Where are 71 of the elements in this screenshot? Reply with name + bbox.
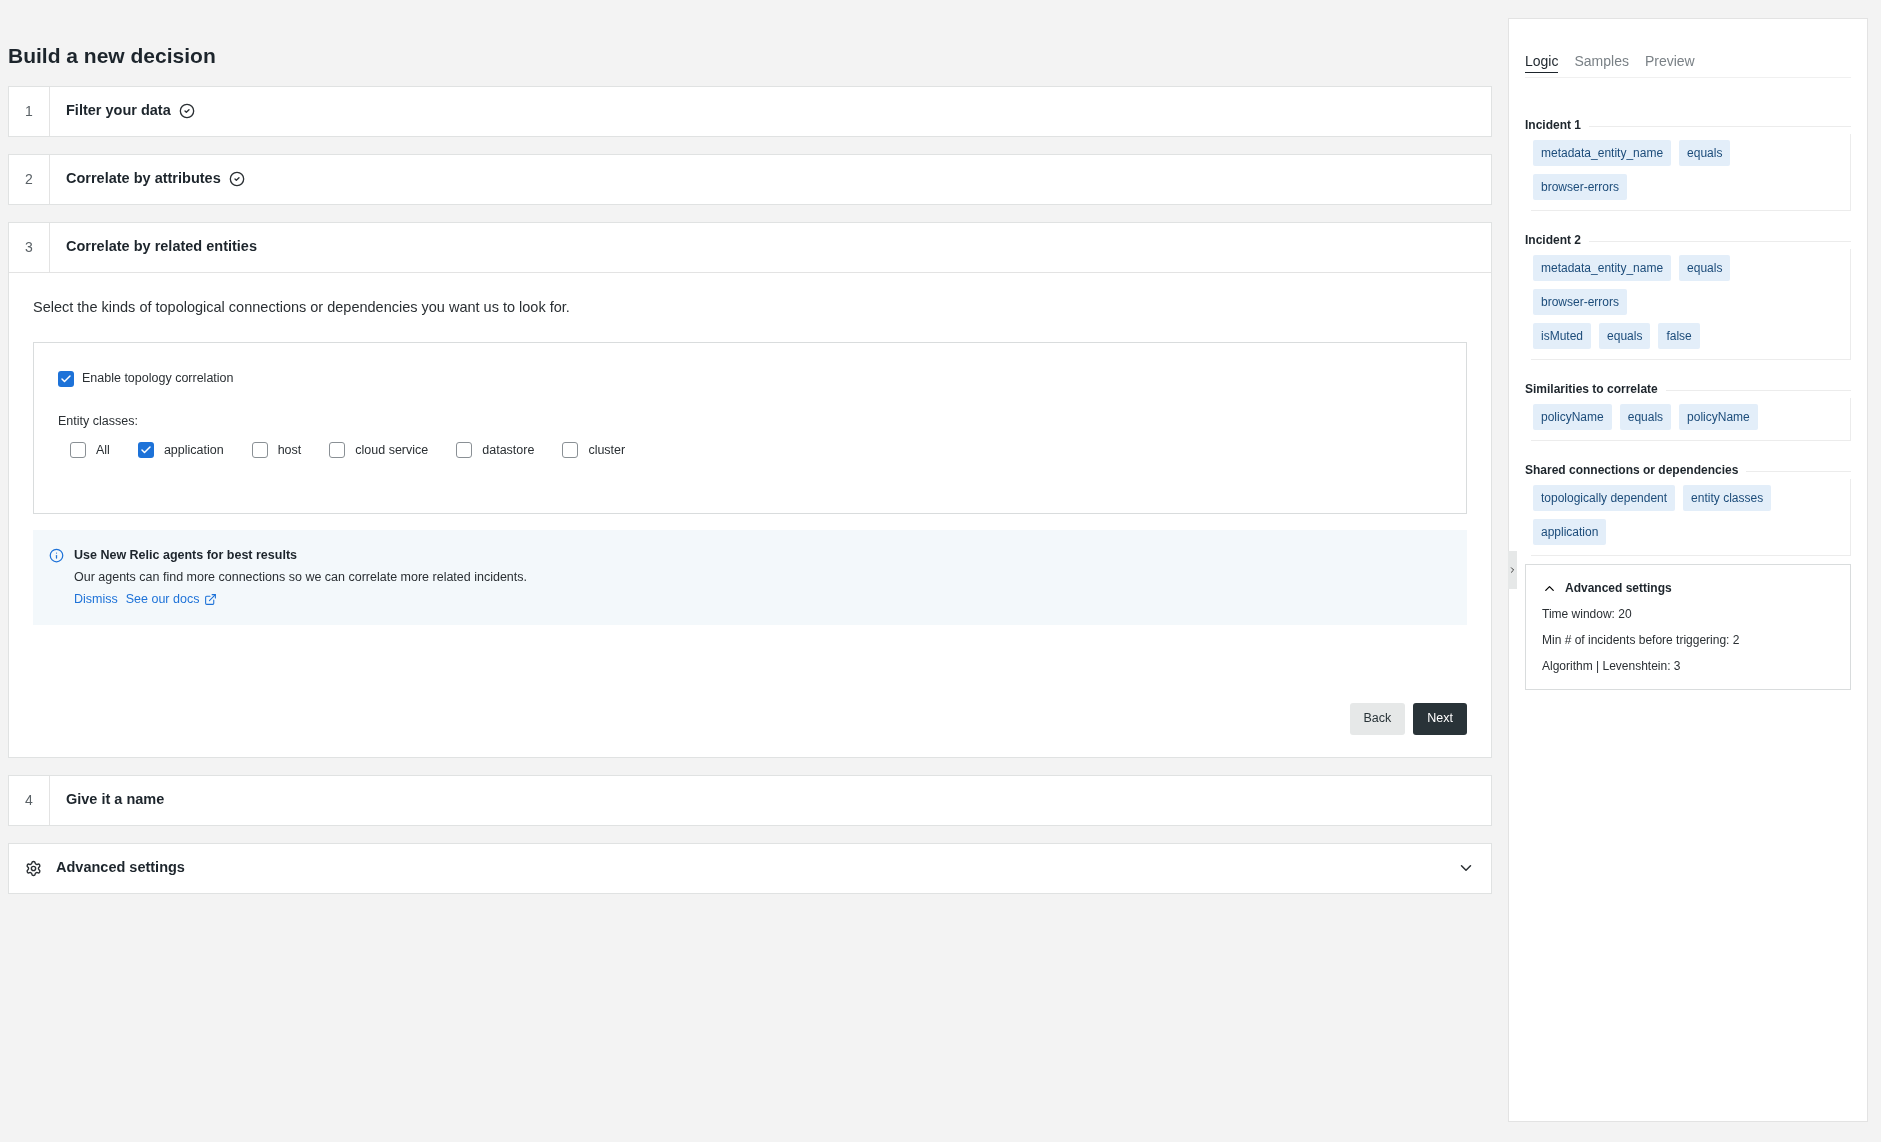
back-button[interactable]: Back bbox=[1349, 702, 1406, 735]
step-number: 3 bbox=[9, 222, 50, 272]
chevron-right-icon bbox=[1508, 565, 1517, 575]
checkbox-label: All bbox=[96, 441, 110, 459]
checkbox-label: datastore bbox=[482, 441, 535, 459]
tag: entity classes bbox=[1683, 485, 1772, 511]
tag: application bbox=[1533, 519, 1607, 545]
advanced-settings-title: Advanced settings bbox=[56, 858, 186, 878]
section-title: Similarities to correlate bbox=[1525, 381, 1658, 398]
step-title: Give it a name bbox=[66, 790, 165, 810]
settings-icon bbox=[25, 859, 42, 877]
tab[interactable]: Logic bbox=[1525, 51, 1559, 73]
checkbox[interactable] bbox=[137, 442, 154, 459]
step-title: Correlate by attributes bbox=[66, 169, 221, 189]
check-icon bbox=[60, 372, 72, 385]
tag: isMuted bbox=[1533, 323, 1592, 349]
external-link-icon bbox=[204, 592, 218, 606]
step-number: 4 bbox=[9, 775, 50, 825]
tag: false bbox=[1658, 323, 1700, 349]
tag: equals bbox=[1679, 255, 1731, 281]
step-header[interactable]: 1 Filter your data bbox=[9, 86, 1491, 136]
section-title: Incident 2 bbox=[1525, 232, 1581, 249]
tag: policyName bbox=[1679, 404, 1758, 430]
advanced-settings-bar[interactable]: Advanced settings bbox=[8, 842, 1492, 894]
setting-line: Time window: 20 bbox=[1542, 606, 1633, 623]
step-description: Select the kinds of topological connections or dependencies you want us to look for. bbox=[33, 297, 571, 317]
section-title: Shared connections or dependencies bbox=[1525, 462, 1739, 479]
checkbox-label: Enable topology correlation bbox=[82, 370, 234, 388]
tag: equals bbox=[1599, 323, 1651, 349]
info-icon bbox=[49, 548, 64, 564]
step-title: Filter your data bbox=[66, 101, 171, 121]
checkbox[interactable] bbox=[251, 442, 268, 459]
link[interactable]: Dismiss bbox=[74, 589, 118, 609]
check-circle-icon bbox=[228, 171, 245, 187]
tag: policyName bbox=[1533, 404, 1612, 430]
checkbox[interactable] bbox=[562, 442, 579, 459]
tab[interactable]: Preview bbox=[1644, 51, 1695, 73]
collapse-handle[interactable] bbox=[1508, 551, 1517, 589]
checkbox[interactable] bbox=[58, 370, 74, 387]
page-title: Build a new decision bbox=[8, 43, 217, 69]
tag: metadata_entity_name bbox=[1533, 140, 1672, 166]
setting-line: Algorithm | Levenshtein: 3 bbox=[1542, 658, 1682, 675]
step-title: Correlate by related entities bbox=[66, 237, 257, 257]
step-header[interactable]: 4 Give it a name bbox=[9, 775, 1491, 825]
tag: topologically dependent bbox=[1533, 485, 1676, 511]
tag: equals bbox=[1619, 404, 1672, 430]
link[interactable]: See our docs bbox=[125, 589, 218, 609]
tag: browser-errors bbox=[1533, 174, 1627, 200]
tag: browser-errors bbox=[1533, 289, 1627, 315]
checkbox[interactable] bbox=[70, 442, 86, 459]
next-button[interactable]: Next bbox=[1413, 702, 1467, 735]
checkbox[interactable] bbox=[329, 442, 346, 459]
check-circle-icon bbox=[178, 103, 195, 119]
section-title: Incident 1 bbox=[1525, 117, 1581, 134]
step-header[interactable]: 3 Correlate by related entities bbox=[9, 222, 1491, 272]
advanced-settings-title: Advanced settings bbox=[1565, 580, 1672, 597]
step-header[interactable]: 2 Correlate by attributes bbox=[9, 154, 1491, 204]
info-title: Use New Relic agents for best results bbox=[74, 547, 298, 565]
tab[interactable]: Samples bbox=[1574, 51, 1629, 73]
info-text: Our agents can find more connections so we can correlate more related incidents. bbox=[74, 569, 527, 586]
step-number: 1 bbox=[9, 86, 50, 136]
setting-line: Min # of incidents before triggering: 2 bbox=[1542, 632, 1741, 649]
checkbox-label: cloud service bbox=[355, 441, 429, 459]
checkbox-label: cluster bbox=[588, 441, 626, 459]
checkbox-label: host bbox=[277, 441, 302, 459]
checkbox-label: application bbox=[163, 441, 224, 459]
checkbox[interactable] bbox=[456, 442, 473, 459]
tag: equals bbox=[1679, 140, 1731, 166]
step-number: 2 bbox=[9, 154, 50, 204]
tag: metadata_entity_name bbox=[1533, 255, 1672, 281]
entity-classes-label: Entity classes: bbox=[58, 413, 139, 430]
